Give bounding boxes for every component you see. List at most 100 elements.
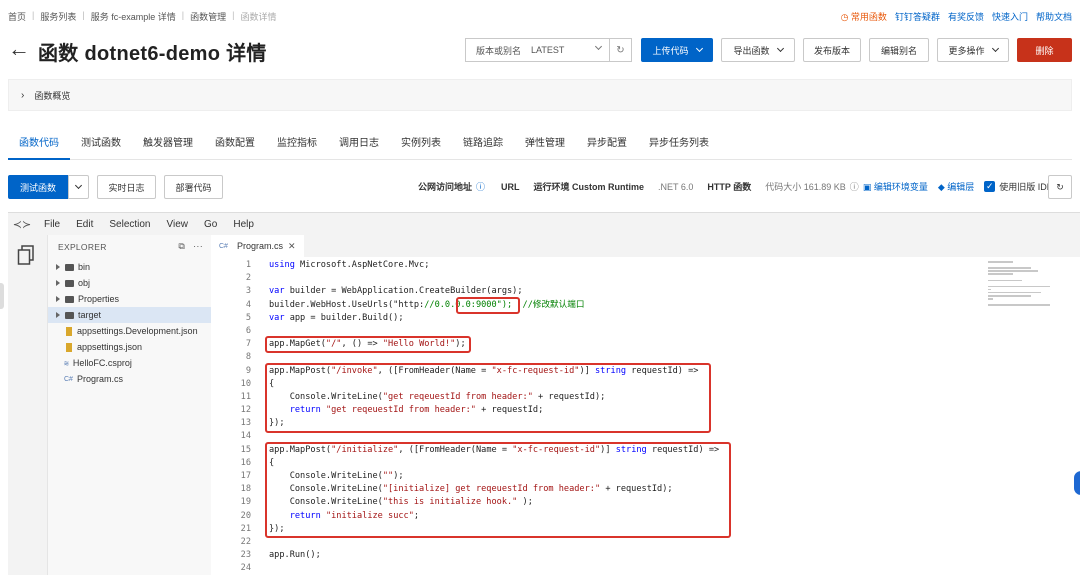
monitor-icon: ▣ [862, 182, 874, 192]
tab-config[interactable]: 函数配置 [204, 130, 266, 160]
line-number: 22 [240, 536, 251, 547]
side-handle[interactable] [0, 283, 4, 309]
tree-file-appsettings[interactable]: appsettings.json [48, 339, 211, 355]
deploy-code-button[interactable]: 部署代码 [164, 175, 223, 199]
line-number: 4 [245, 299, 251, 310]
menu-go[interactable]: Go [196, 219, 225, 230]
code-editor[interactable]: C# Program.cs ✕ 1 using Microsoft.AspNetC… [211, 235, 1080, 575]
floating-help-button[interactable] [1074, 471, 1080, 495]
breadcrumb-service-detail[interactable]: 服务 fc-example 详情 [91, 10, 176, 23]
more-actions-button[interactable]: 更多操作 [937, 38, 1009, 62]
upload-code-button[interactable]: 上传代码 [641, 38, 713, 62]
more-icon[interactable]: ··· [193, 241, 203, 252]
highlight-box [265, 336, 471, 354]
code-line[interactable]: 4 builder.WebHost.UseUrls("http://0.0.0.0… [211, 299, 1080, 312]
url-link[interactable]: URL [501, 182, 520, 192]
menu-file[interactable]: File [36, 219, 68, 230]
breadcrumb-separator: | [232, 10, 235, 20]
tab-scaling[interactable]: 弹性管理 [514, 130, 576, 160]
code-line[interactable]: 24 [211, 562, 1080, 575]
menu-help[interactable]: Help [225, 219, 262, 230]
dingtalk-link[interactable]: 钉钉答疑群 [895, 10, 940, 23]
code-line[interactable]: 5 var app = builder.Build(); [211, 312, 1080, 325]
tab-metrics[interactable]: 监控指标 [266, 130, 328, 160]
line-number: 15 [240, 444, 251, 455]
code-line[interactable]: 1 using Microsoft.AspNetCore.Mvc; [211, 259, 1080, 272]
tab-instances[interactable]: 实例列表 [390, 130, 452, 160]
back-arrow-icon[interactable]: ← [8, 38, 30, 60]
test-function-button[interactable]: 测试函数 [8, 175, 68, 199]
tab-function-code[interactable]: 函数代码 [8, 130, 70, 160]
function-info: 公网访问地址 ⓘ URL 运行环境 Custom Runtime .NET 6.… [418, 180, 1053, 193]
chevron-down-icon [991, 44, 999, 53]
code-line[interactable]: 23 app.Run(); [211, 549, 1080, 562]
code-line[interactable]: 3 var builder = WebApplication.CreateBuil… [211, 285, 1080, 298]
chevron-down-icon [594, 42, 603, 51]
line-number: 1 [245, 260, 251, 270]
breadcrumb-function-manage[interactable]: 函数管理 [190, 10, 226, 23]
code-text: app.Run(); [269, 550, 321, 561]
edit-layer-link[interactable]: ◆ 编辑层 [938, 180, 974, 193]
help-circle-icon[interactable]: ⓘ [476, 180, 485, 193]
caret-right-icon [56, 296, 60, 302]
feedback-link[interactable]: 有奖反馈 [948, 10, 984, 23]
export-function-button[interactable]: 导出函数 [721, 38, 795, 62]
code-line[interactable]: 2 [211, 272, 1080, 285]
tree-file-program-cs[interactable]: C# Program.cs [48, 371, 211, 387]
quickstart-link[interactable]: 快速入门 [992, 10, 1028, 23]
tab-triggers[interactable]: 触发器管理 [132, 130, 204, 160]
http-function-label: HTTP 函数 [707, 182, 752, 192]
tree-folder-obj[interactable]: obj [48, 275, 211, 291]
close-icon[interactable]: ✕ [288, 241, 296, 252]
legacy-ide-checkbox[interactable]: ✓ [984, 181, 996, 192]
publish-version-button[interactable]: 发布版本 [803, 38, 861, 62]
breadcrumb-service-list[interactable]: 服务列表 [40, 10, 76, 23]
tab-tracing[interactable]: 链路追踪 [452, 130, 514, 160]
tab-async-tasks[interactable]: 异步任务列表 [638, 130, 720, 160]
tree-file-csproj[interactable]: ≋ HelloFC.csproj [48, 355, 211, 371]
tree-folder-target[interactable]: target [48, 307, 211, 323]
tree-folder-bin[interactable]: bin [48, 259, 211, 275]
collapse-all-icon[interactable]: ⧉ [178, 241, 185, 252]
json-file-icon [66, 342, 72, 352]
menu-selection[interactable]: Selection [101, 219, 158, 230]
menu-edit[interactable]: Edit [68, 219, 101, 230]
common-functions-link[interactable]: ◷ 常用函数 [841, 10, 887, 23]
line-number: 11 [240, 391, 251, 402]
tab-logs[interactable]: 调用日志 [328, 130, 390, 160]
tab-test-function[interactable]: 测试函数 [70, 130, 132, 160]
xml-file-icon: ≋ [64, 358, 69, 368]
layers-icon: ◆ [937, 182, 948, 192]
line-number: 7 [245, 339, 251, 350]
breadcrumb-current: 函数详情 [240, 12, 277, 22]
version-alias-select[interactable]: 版本或别名 LATEST [465, 38, 610, 62]
explorer-panel: EXPLORER ⧉ ··· bin obj Properties target … [48, 235, 211, 575]
code-size: 代码大小 161.89 KB [765, 182, 846, 192]
tree-folder-properties[interactable]: Properties [48, 291, 211, 307]
breadcrumb-separator: | [32, 10, 35, 20]
function-overview-collapse[interactable]: › 函数概览 [8, 79, 1072, 111]
editor-tab-program-cs[interactable]: C# Program.cs ✕ [211, 235, 304, 257]
edit-env-vars-link[interactable]: ▣ 编辑环境变量 [863, 180, 928, 193]
live-log-button[interactable]: 实时日志 [97, 175, 156, 199]
folder-icon [65, 311, 74, 319]
tree-file-appsettings-dev[interactable]: appsettings.Development.json [48, 323, 211, 339]
breadcrumb-home[interactable]: 首页 [8, 10, 26, 23]
help-docs-link[interactable]: 帮助文档 [1036, 10, 1072, 23]
line-number: 18 [240, 484, 251, 495]
reload-button[interactable]: ↻ [1048, 175, 1072, 199]
menu-view[interactable]: View [159, 219, 197, 230]
legacy-ide-label: 使用旧版 IDE [999, 182, 1053, 192]
help-circle-icon[interactable]: ⓘ [850, 180, 859, 193]
delete-button[interactable]: 删除 [1017, 38, 1072, 62]
edit-alias-button[interactable]: 编辑别名 [869, 38, 929, 62]
minimap[interactable] [988, 261, 1050, 311]
test-options-dropdown[interactable] [68, 175, 89, 199]
function-tabs: 函数代码 测试函数 触发器管理 函数配置 监控指标 调用日志 实例列表 链路追踪… [8, 130, 1072, 160]
line-number: 19 [240, 497, 251, 508]
files-icon[interactable] [17, 245, 35, 265]
breadcrumb-separator: | [181, 10, 185, 20]
refresh-button[interactable]: ↻ [610, 38, 632, 62]
json-file-icon [66, 326, 72, 336]
tab-async-config[interactable]: 异步配置 [576, 130, 638, 160]
